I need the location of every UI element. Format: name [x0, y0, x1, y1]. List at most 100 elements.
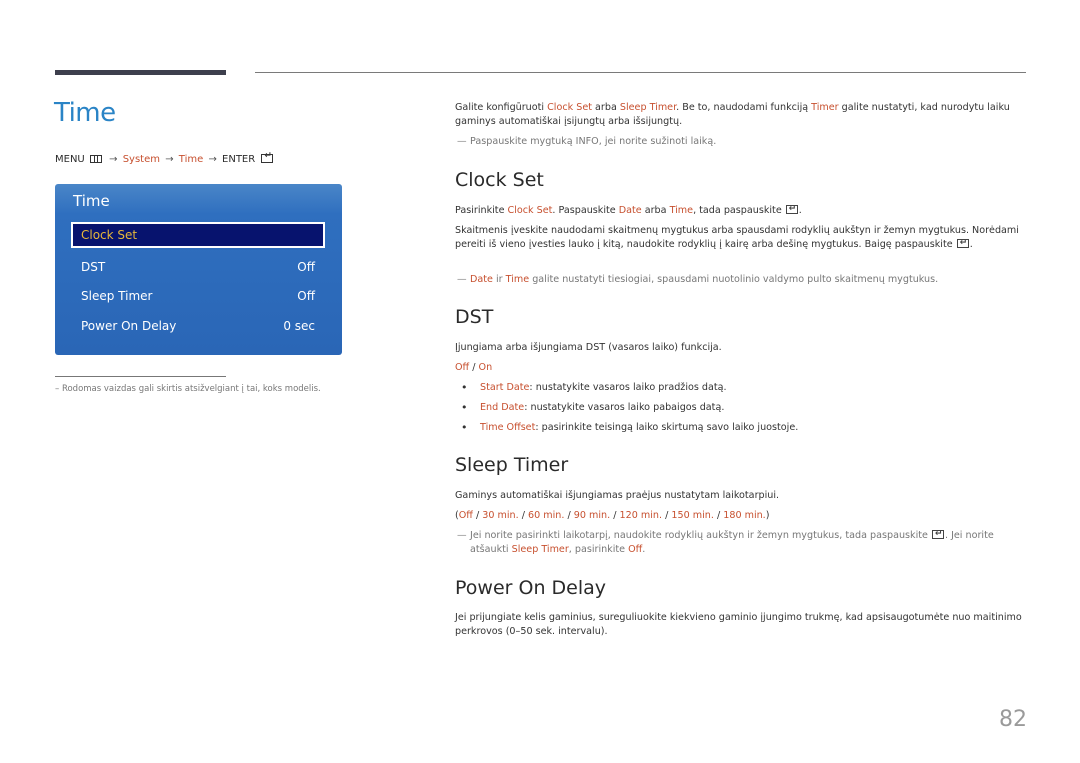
separator: /	[610, 510, 620, 521]
footnote: – Rodomas vaizdas gali skirtis atsižvelg…	[55, 384, 321, 394]
separator: /	[472, 510, 483, 521]
option-60: 60 min.	[528, 510, 565, 521]
sleep-timer-paragraph: Gaminys automatiškai išjungiamas praėjus…	[455, 490, 780, 501]
term-timer: Timer	[811, 102, 839, 113]
term-sleep-timer: Sleep Timer	[619, 102, 677, 113]
term-date: Date	[618, 205, 642, 216]
option-90: 90 min.	[573, 510, 611, 521]
note-dash-icon: —	[457, 136, 467, 147]
power-on-delay-paragraph: Jei prijungiate kelis gaminius, sureguli…	[455, 612, 1022, 637]
note-text: Paspauskite mygtuką INFO, jei norite suž…	[470, 136, 717, 147]
option-off: Off	[455, 362, 470, 373]
osd-item-value: Off	[297, 289, 315, 303]
osd-item-sleep-timer[interactable]: Sleep Timer Off	[71, 283, 325, 309]
list-item: Time Offset: pasirinkite teisingą laiko …	[455, 421, 1027, 441]
note-dash-icon: —	[457, 274, 467, 285]
menu-grid-icon	[89, 155, 102, 163]
text: . Be to, naudodami funkciją	[676, 102, 812, 113]
note-dash-icon: —	[457, 530, 467, 541]
enter-icon	[261, 151, 274, 163]
option-180: 180 min.	[723, 510, 766, 521]
osd-item-value: Off	[297, 260, 315, 274]
heading-power-on-delay: Power On Delay	[455, 577, 607, 599]
list-item: End Date: nustatykite vasaros laiko paba…	[455, 401, 1027, 421]
option-off: Off	[628, 544, 643, 555]
osd-item-label: Sleep Timer	[81, 289, 153, 303]
term-sleep-timer: Sleep Timer	[511, 544, 569, 555]
text: arba	[591, 102, 620, 113]
intro-paragraph: Galite konfigūruoti Clock Set arba Sleep…	[455, 101, 1027, 129]
term-time: Time	[505, 274, 530, 285]
menu-path-system: System	[122, 154, 160, 165]
option-120: 120 min.	[619, 510, 663, 521]
heading-sleep-timer: Sleep Timer	[455, 454, 569, 476]
header-rule	[255, 72, 1026, 73]
osd-time-menu: Time Clock Set DST Off Sleep Timer Off P…	[55, 184, 342, 355]
text: Pasirinkite	[455, 205, 508, 216]
menu-path: MENU → System → Time → ENTER	[55, 151, 274, 165]
clock-set-note: — Date ir Time galite nustatyti tiesiogia…	[455, 273, 1027, 287]
term-end-date: End Date	[480, 402, 525, 413]
separator: /	[564, 510, 574, 521]
sleep-timer-options: (Off / 30 min. / 60 min. / 90 min. / 120…	[455, 509, 1027, 523]
osd-item-label: Clock Set	[81, 228, 138, 242]
menu-label: MENU	[55, 154, 85, 165]
option-on: On	[478, 362, 493, 373]
text: arba	[641, 205, 670, 216]
option-150: 150 min.	[671, 510, 714, 521]
option-off: Off	[458, 510, 473, 521]
heading-dst: DST	[455, 306, 494, 328]
intro-note: — Paspauskite mygtuką INFO, jei norite su…	[455, 135, 1027, 149]
heading-clock-set: Clock Set	[455, 169, 544, 191]
clock-set-paragraph-1: Pasirinkite Clock Set. Paspauskite Date …	[455, 202, 1027, 218]
arrow-icon: →	[109, 154, 118, 165]
term-clock-set: Clock Set	[547, 102, 592, 113]
text: galite nustatyti tiesiogiai, spausdami n…	[529, 274, 939, 285]
text: .	[969, 239, 973, 250]
text: . Paspauskite	[552, 205, 619, 216]
separator: /	[662, 510, 672, 521]
separator: /	[469, 362, 479, 373]
enter-label: ENTER	[222, 154, 256, 165]
osd-title: Time	[73, 192, 110, 210]
dst-bullet-list: Start Date: nustatykite vasaros laiko pr…	[455, 381, 1027, 441]
clock-set-paragraph-2: Skaitmenis įveskite naudodami skaitmenų …	[455, 224, 1027, 252]
text: Skaitmenis įveskite naudodami skaitmenų …	[455, 225, 1019, 250]
text: .	[798, 205, 802, 216]
separator: /	[713, 510, 724, 521]
page-title: Time	[54, 98, 116, 128]
header-bar-dark	[55, 70, 226, 75]
text: : nustatykite vasaros laiko pradžios dat…	[529, 382, 727, 393]
osd-item-clock-set[interactable]: Clock Set	[71, 222, 325, 248]
enter-icon	[956, 236, 969, 250]
enter-icon	[931, 527, 944, 541]
term-time-offset: Time Offset	[480, 422, 536, 433]
term-start-date: Start Date	[480, 382, 530, 393]
text: Galite konfigūruoti	[455, 102, 548, 113]
arrow-icon: →	[165, 154, 174, 165]
dst-paragraph: Įjungiama arba išjungiama DST (vasaros l…	[455, 342, 722, 353]
enter-icon	[785, 202, 798, 216]
list-item: Start Date: nustatykite vasaros laiko pr…	[455, 381, 1027, 401]
page-number: 82	[999, 707, 1027, 732]
osd-item-power-on-delay[interactable]: Power On Delay 0 sec	[71, 313, 325, 339]
osd-item-dst[interactable]: DST Off	[71, 254, 325, 280]
term-time: Time	[669, 205, 694, 216]
menu-path-time: Time	[178, 154, 204, 165]
term-date: Date	[470, 274, 493, 285]
arrow-icon: →	[208, 154, 217, 165]
paren: )	[765, 510, 770, 521]
text: ir	[492, 274, 506, 285]
option-30: 30 min.	[482, 510, 519, 521]
term-clock-set: Clock Set	[507, 205, 553, 216]
sleep-timer-note: — Jei norite pasirinkti laikotarpį, naudo…	[455, 527, 1027, 557]
footnote-divider	[55, 376, 226, 377]
text: Jei norite pasirinkti laikotarpį, naudok…	[470, 530, 931, 541]
dst-options: Off / On	[455, 361, 1027, 375]
text: .	[642, 544, 646, 555]
text: : nustatykite vasaros laiko pabaigos dat…	[524, 402, 725, 413]
osd-item-label: DST	[81, 260, 106, 274]
text: , pasirinkite	[568, 544, 629, 555]
text: : pasirinkite teisingą laiko skirtumą sa…	[535, 422, 799, 433]
osd-item-value: 0 sec	[283, 319, 315, 333]
